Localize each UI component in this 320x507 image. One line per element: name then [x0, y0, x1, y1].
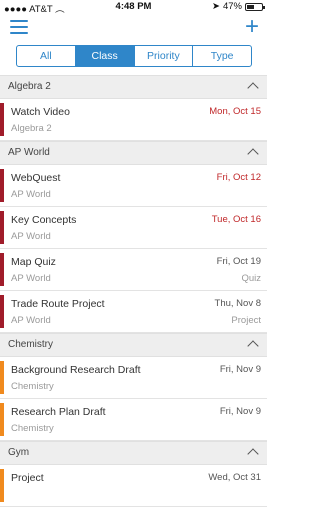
- group-by-control: All Class Priority Type: [16, 45, 252, 67]
- list-item[interactable]: Key Concepts AP World Tue, Oct 16: [0, 207, 267, 249]
- item-due-date: Fri, Oct 12: [216, 172, 261, 183]
- segment-all[interactable]: All: [17, 46, 75, 66]
- item-type: Quiz: [241, 273, 261, 284]
- item-class: AP World: [11, 231, 51, 242]
- segment-class[interactable]: Class: [74, 46, 134, 66]
- item-name: Watch Video: [11, 106, 70, 118]
- item-type: Project: [231, 315, 261, 326]
- status-right: ➤ 47%: [212, 1, 265, 12]
- list-item[interactable]: Trade Route Project AP World Thu, Nov 8 Pro…: [0, 291, 267, 333]
- class-color-bar: [0, 403, 4, 436]
- item-name: Project: [11, 472, 44, 484]
- section-header[interactable]: Algebra 2: [0, 75, 267, 99]
- section-header[interactable]: AP World: [0, 141, 267, 165]
- item-due-date: Mon, Oct 15: [209, 106, 261, 117]
- item-due-date: Fri, Oct 19: [216, 256, 261, 267]
- item-class: AP World: [11, 189, 51, 200]
- battery-percent: 47%: [222, 1, 242, 12]
- segment-type[interactable]: Type: [192, 46, 251, 66]
- item-name: WebQuest: [11, 172, 61, 184]
- class-color-bar: [0, 361, 4, 394]
- section-title: Chemistry: [8, 339, 54, 350]
- item-name: Map Quiz: [11, 256, 56, 268]
- section-title: AP World: [8, 147, 50, 158]
- list-item[interactable]: Map Quiz AP World Fri, Oct 19 Quiz: [0, 249, 267, 291]
- class-color-bar: [0, 169, 4, 202]
- item-class: Chemistry: [11, 381, 54, 392]
- item-class: AP World: [11, 315, 51, 326]
- list-item[interactable]: Background Research Draft Chemistry Fri, N…: [0, 357, 267, 399]
- status-bar: ●●●● AT&T ︵ 4:48 PM ➤ 47%: [0, 0, 267, 15]
- section-header[interactable]: Chemistry: [0, 333, 267, 357]
- segment-priority[interactable]: Priority: [133, 46, 193, 66]
- chevron-up-icon[interactable]: [247, 148, 259, 160]
- item-name: Key Concepts: [11, 214, 77, 226]
- chevron-up-icon[interactable]: [247, 340, 259, 352]
- class-color-bar: [0, 211, 4, 244]
- item-due-date: Fri, Nov 9: [219, 364, 261, 375]
- class-color-bar: [0, 103, 4, 136]
- item-name: Trade Route Project: [11, 298, 105, 310]
- item-due-date: Thu, Nov 8: [214, 298, 261, 309]
- list-item[interactable]: Project Wed, Oct 31: [0, 465, 267, 507]
- section-title: Algebra 2: [8, 81, 51, 92]
- add-icon[interactable]: +: [245, 15, 259, 39]
- item-name: Background Research Draft: [11, 364, 141, 376]
- item-name: Research Plan Draft: [11, 406, 106, 418]
- item-due-date: Tue, Oct 16: [211, 214, 261, 225]
- class-color-bar: [0, 253, 4, 286]
- item-class: Chemistry: [11, 423, 54, 434]
- section-header[interactable]: Gym: [0, 441, 267, 465]
- chevron-up-icon[interactable]: [247, 448, 259, 460]
- location-icon: ➤: [212, 1, 220, 12]
- section-title: Gym: [8, 447, 30, 458]
- list-item[interactable]: Watch Video Algebra 2 Mon, Oct 15: [0, 99, 267, 141]
- list-item[interactable]: Research Plan Draft Chemistry Fri, Nov 9: [0, 399, 267, 441]
- battery-icon: [245, 2, 265, 11]
- class-color-bar: [0, 295, 4, 328]
- assignment-list: Algebra 2 Watch Video Algebra 2 Mon, Oct 15…: [0, 75, 267, 507]
- menu-icon[interactable]: [10, 20, 28, 34]
- item-class: AP World: [11, 273, 51, 284]
- item-due-date: Fri, Nov 9: [219, 406, 261, 417]
- chevron-up-icon[interactable]: [247, 82, 259, 94]
- nav-bar: +: [0, 14, 267, 44]
- item-class: Algebra 2: [11, 123, 52, 134]
- item-due-date: Wed, Oct 31: [208, 472, 261, 483]
- list-item[interactable]: WebQuest AP World Fri, Oct 12: [0, 165, 267, 207]
- class-color-bar: [0, 469, 4, 502]
